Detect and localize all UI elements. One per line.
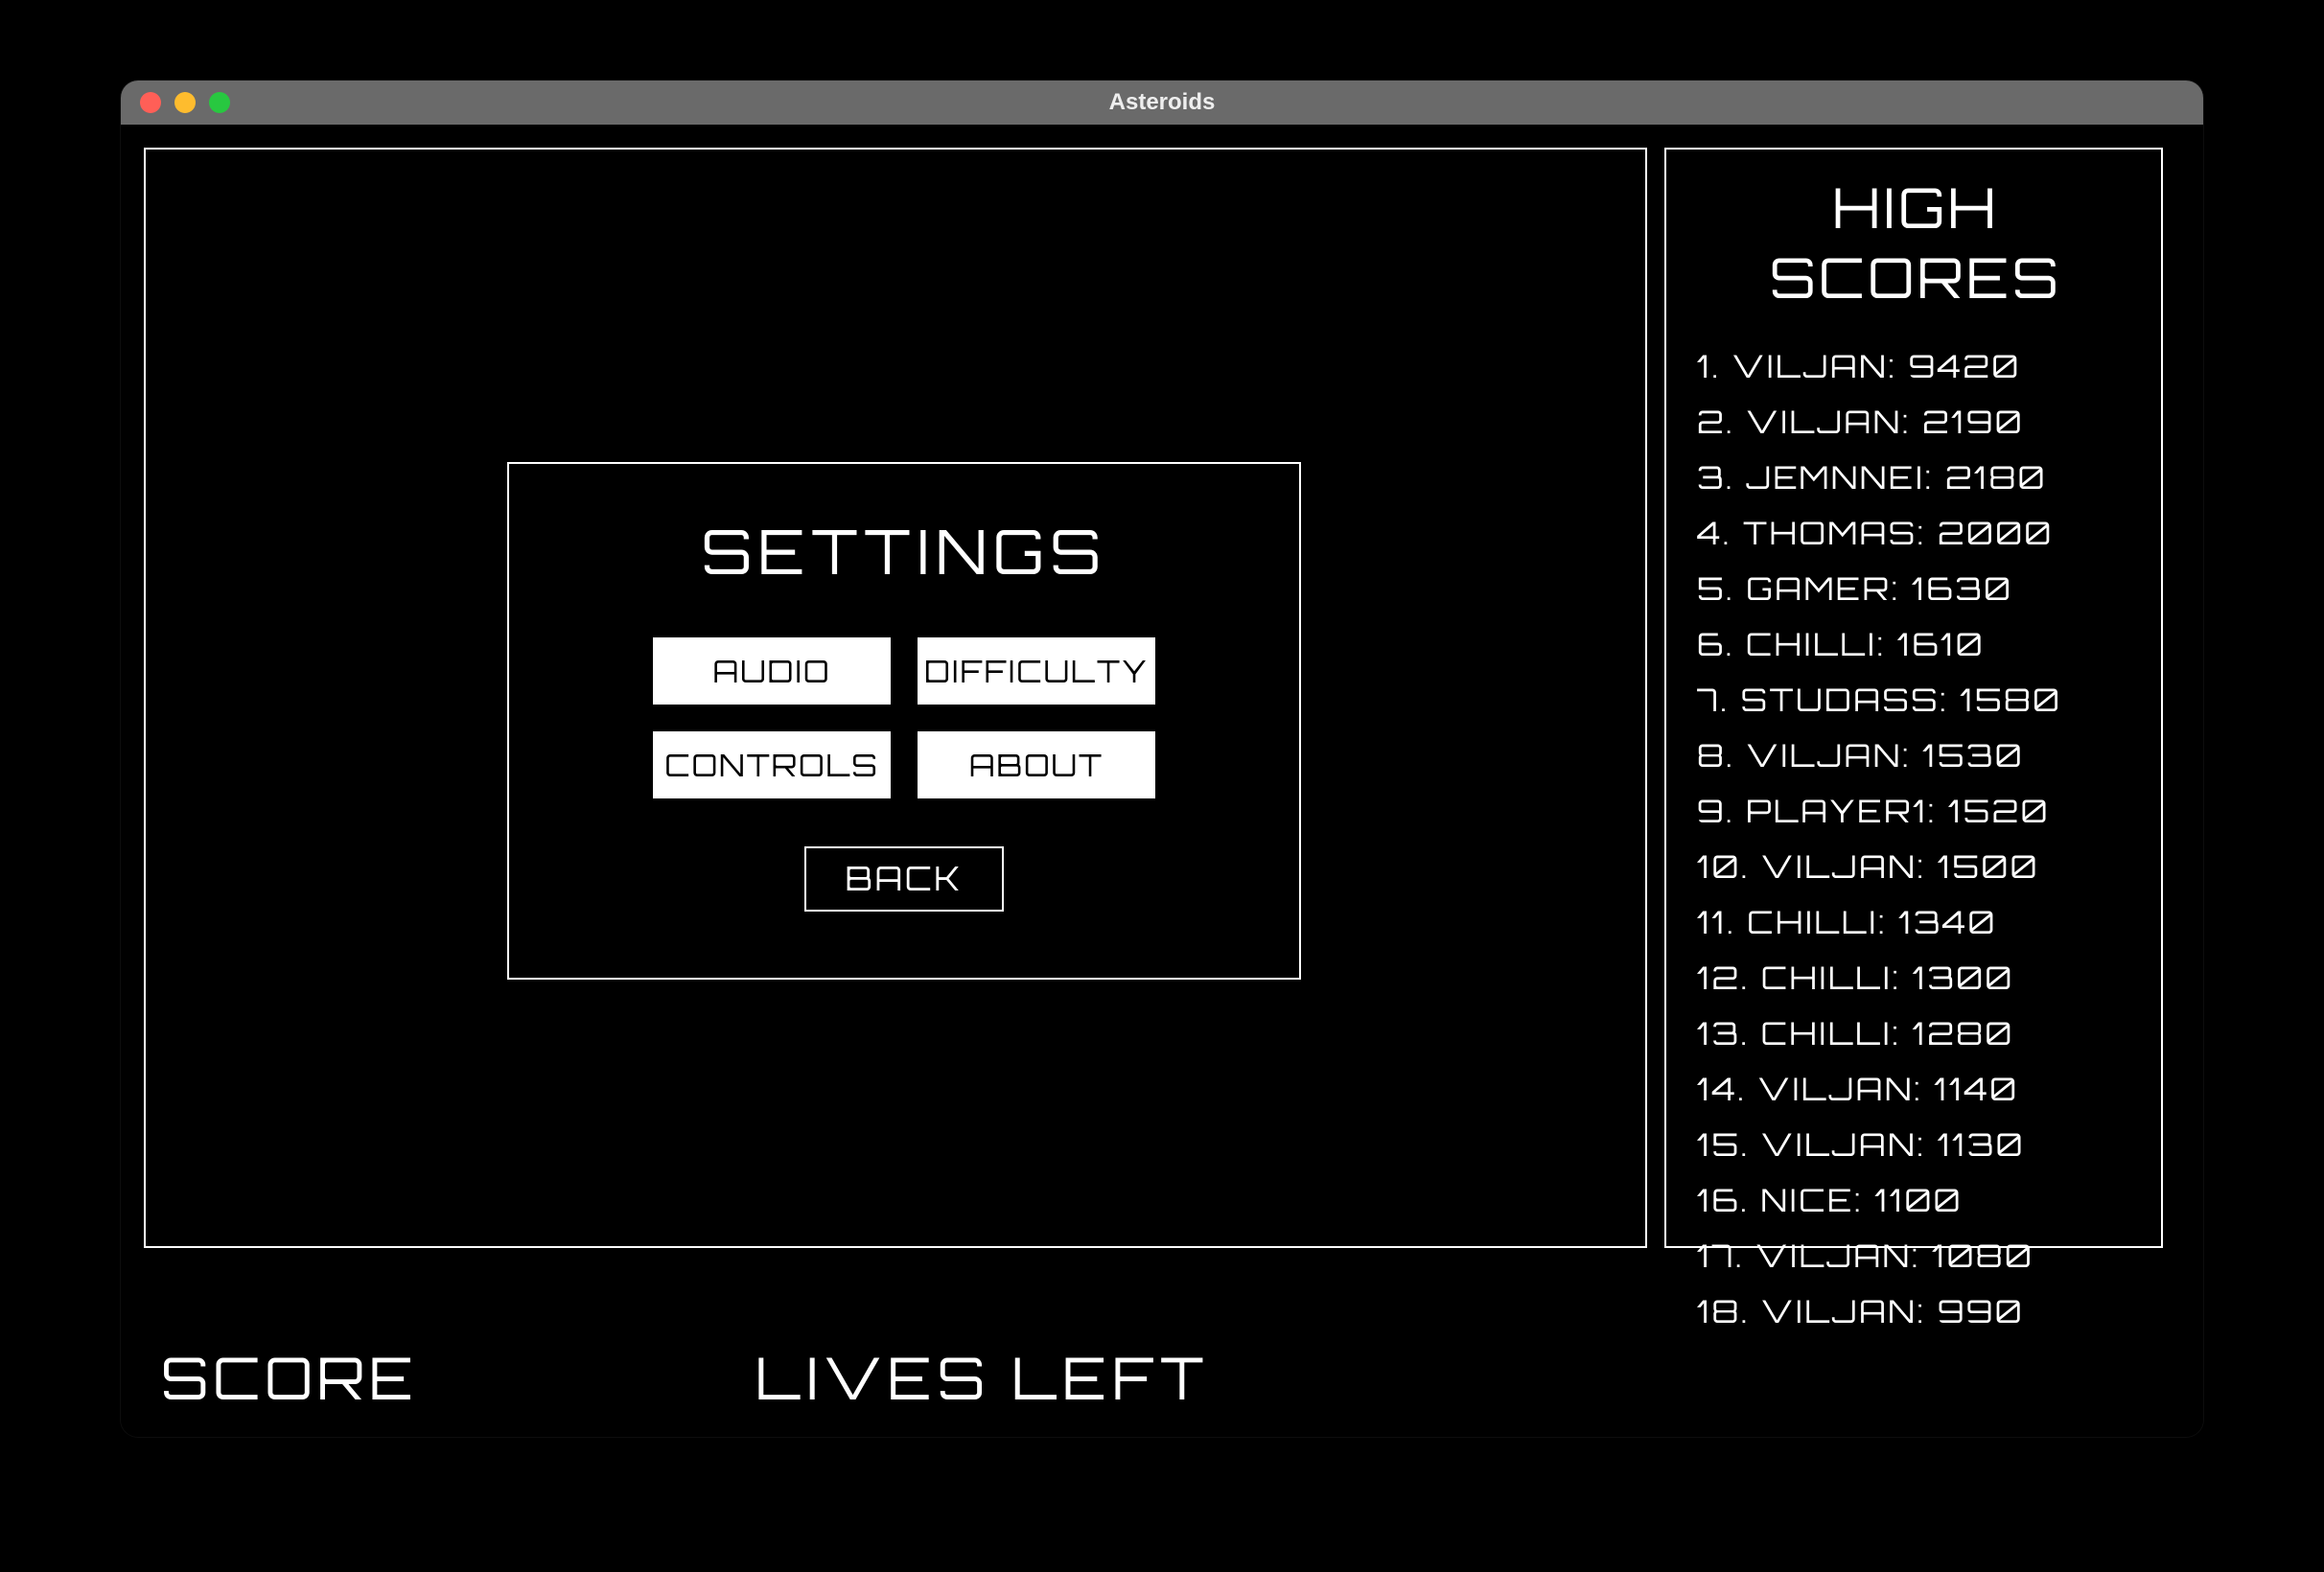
controls-button[interactable]: CONTROLS	[653, 731, 891, 798]
highscore-row: 2. VILJAN: 2190	[1697, 403, 2138, 442]
highscore-row: 5. GAMER: 1630	[1697, 569, 2138, 609]
highscore-list: 1. VILJAN: 9420 2. VILJAN: 2190 3. JEMNNEI…	[1693, 347, 2138, 1331]
highscore-row: 10. VILJAN: 1500	[1697, 847, 2138, 887]
score-label: SCORE	[161, 1341, 418, 1414]
audio-button[interactable]: AUDIO	[653, 637, 891, 705]
highscore-row: 1. VILJAN: 9420	[1697, 347, 2138, 386]
highscore-row: 15. VILJAN: 1130	[1697, 1125, 2138, 1165]
window-title: Asteroids	[121, 89, 2203, 116]
highscore-row: 17. VILJAN: 1080	[1697, 1237, 2138, 1276]
app-window: Asteroids SETTINGS AUDIO DIFFICULTY CONT…	[121, 81, 2203, 1437]
titlebar[interactable]: Asteroids	[121, 81, 2203, 125]
difficulty-button[interactable]: DIFFICULTY	[918, 637, 1155, 705]
highscore-row: 8. VILJAN: 1530	[1697, 736, 2138, 775]
lives-label: LIVES LEFT	[755, 1341, 1210, 1414]
highscore-row: 11. CHILLI: 1340	[1697, 903, 2138, 942]
settings-title: SETTINGS	[702, 512, 1107, 590]
close-icon[interactable]	[140, 92, 161, 113]
highscore-row: 3. JEMNNEI: 2180	[1697, 458, 2138, 497]
highscore-row: 16. NICE: 1100	[1697, 1181, 2138, 1220]
highscore-row: 12. CHILLI: 1300	[1697, 959, 2138, 998]
settings-dialog: SETTINGS AUDIO DIFFICULTY CONTROLS ABOUT…	[507, 462, 1301, 980]
fullscreen-icon[interactable]	[209, 92, 230, 113]
highscore-row: 4. THOMAS: 2000	[1697, 514, 2138, 553]
highscore-panel: HIGH SCORES 1. VILJAN: 9420 2. VILJAN: 21…	[1664, 148, 2163, 1248]
highscore-title: HIGH SCORES	[1693, 173, 2138, 312]
about-button[interactable]: ABOUT	[918, 731, 1155, 798]
settings-grid: AUDIO DIFFICULTY CONTROLS ABOUT	[653, 637, 1155, 798]
highscore-row: 13. CHILLI: 1280	[1697, 1014, 2138, 1053]
minimize-icon[interactable]	[174, 92, 196, 113]
game-area: SETTINGS AUDIO DIFFICULTY CONTROLS ABOUT…	[121, 125, 2203, 1437]
traffic-lights	[140, 92, 230, 113]
highscore-row: 7. STUDASS: 1580	[1697, 681, 2138, 720]
highscore-row: 14. VILJAN: 1140	[1697, 1070, 2138, 1109]
footer: SCORE LIVES LEFT	[121, 1322, 2203, 1437]
back-button[interactable]: BACK	[804, 846, 1004, 912]
highscore-row: 9. PLAYER1: 1520	[1697, 792, 2138, 831]
highscore-row: 6. CHILLI: 1610	[1697, 625, 2138, 664]
play-field: SETTINGS AUDIO DIFFICULTY CONTROLS ABOUT…	[144, 148, 1647, 1248]
